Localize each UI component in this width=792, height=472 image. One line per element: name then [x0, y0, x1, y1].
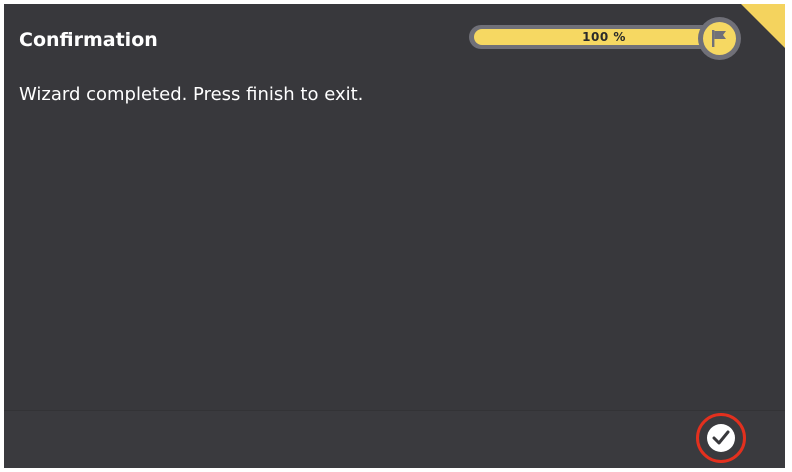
dialog-message: Wizard completed. Press finish to exit.: [19, 84, 364, 105]
checkmark-icon: [712, 430, 730, 445]
finish-button[interactable]: [707, 424, 735, 452]
dialog-title: Confirmation: [19, 29, 158, 51]
dialog-footer: [4, 410, 785, 468]
progress-bar: 100 %: [469, 25, 721, 49]
wizard-dialog: Confirmation 100 % Wizard completed. Pre…: [4, 4, 785, 468]
finish-button-highlight[interactable]: [696, 413, 746, 463]
progress-flag-badge: [698, 17, 741, 60]
flag-icon: [703, 22, 736, 55]
corner-accent: [741, 4, 785, 48]
